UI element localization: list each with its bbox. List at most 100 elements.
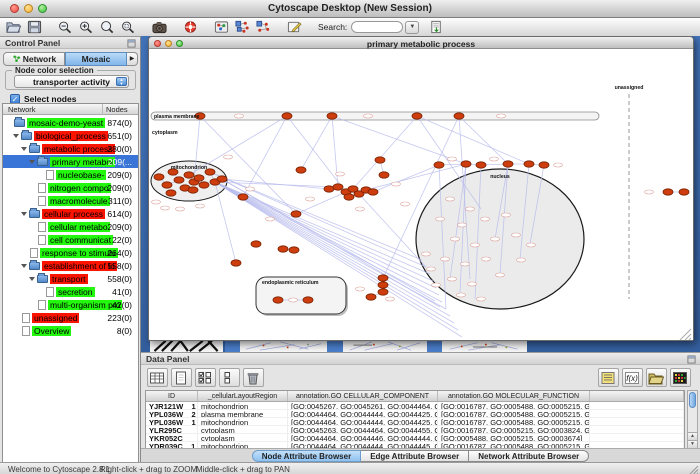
scroll-up-button[interactable]: ▲ [688, 432, 697, 440]
tree-row[interactable]: biological_process651(0) [3, 129, 138, 142]
layout-a-button[interactable] [234, 19, 253, 36]
network-node[interactable] [231, 260, 241, 266]
table-row[interactable]: YJR121W__1mitochondrion[GO:0045267, GO:0… [146, 402, 684, 410]
network-node[interactable] [238, 194, 248, 200]
canvas-resize-grip[interactable] [680, 329, 691, 340]
tab-overflow-arrow[interactable]: ▶ [127, 52, 138, 66]
table-column-header[interactable]: _cellularLayoutRegion [198, 391, 288, 401]
network-node[interactable] [461, 161, 471, 167]
tree-row[interactable]: response to stimulu264(0) [3, 246, 138, 259]
network-node[interactable] [378, 275, 388, 281]
disclosure-triangle-icon[interactable] [21, 147, 27, 151]
table-row[interactable]: YKR052Ccytoplasm[GO:0044464, GO:0044446,… [146, 434, 684, 442]
network-node[interactable] [679, 189, 689, 195]
tree-row[interactable]: nucleobase-209(0) [3, 168, 138, 181]
network-node[interactable] [217, 176, 227, 182]
window-titlebar[interactable]: Cytoscape Desktop (New Session) [0, 0, 700, 18]
network-node[interactable] [194, 175, 204, 181]
tree-row[interactable]: transport558(0) [3, 272, 138, 285]
tree-row[interactable]: mosaic-demo-yeast874(0) [3, 116, 138, 129]
search-dropdown-button[interactable]: ▼ [405, 21, 419, 34]
tree-row[interactable]: Overview8(0) [3, 324, 138, 337]
network-node[interactable] [333, 184, 343, 190]
tab-node-attribute-browser[interactable]: Node Attribute Browser [252, 450, 362, 462]
network-node[interactable] [539, 162, 549, 168]
tree-row[interactable]: primary metabol209(... [3, 155, 138, 168]
layout-b-button[interactable] [255, 19, 274, 36]
network-window-titlebar[interactable]: primary metabolic process [149, 37, 693, 49]
attribute-table[interactable]: ID_cellularLayoutRegionannotation.GO CEL… [145, 390, 685, 449]
network-node[interactable] [273, 297, 283, 303]
table-column-header[interactable]: ID [146, 391, 198, 401]
network-node[interactable] [344, 194, 354, 200]
table-column-header[interactable]: annotation.GO CELLULAR_COMPONENT [288, 391, 438, 401]
network-node[interactable] [366, 294, 376, 300]
tree-row[interactable]: cellular process614(0) [3, 207, 138, 220]
create-attribute-button[interactable] [171, 368, 192, 387]
network-node[interactable] [324, 186, 334, 192]
float-panel-icon[interactable] [687, 355, 696, 364]
tree-row[interactable]: cellular metabo209(0) [3, 220, 138, 233]
network-node[interactable] [199, 182, 209, 188]
help-button[interactable] [182, 19, 201, 36]
tree-row[interactable]: unassigned223(0) [3, 311, 138, 324]
network-node[interactable] [368, 189, 378, 195]
disclosure-triangle-icon[interactable] [21, 264, 27, 268]
tab-network-attribute-browser[interactable]: Network Attribute Browser [469, 450, 589, 462]
vizmapper-button[interactable] [213, 19, 232, 36]
disclosure-triangle-icon[interactable] [13, 134, 19, 138]
network-node[interactable] [434, 162, 444, 168]
network-node[interactable] [375, 157, 385, 163]
zoom-selected-button[interactable] [120, 19, 139, 36]
table-column-header[interactable]: annotation.GO MOLECULAR_FUNCTION [438, 391, 590, 401]
attribute-list-button[interactable] [598, 368, 619, 387]
network-node[interactable] [454, 113, 464, 119]
network-node[interactable] [184, 172, 194, 178]
network-node[interactable] [296, 167, 306, 173]
delete-attribute-button[interactable] [243, 368, 264, 387]
network-node[interactable] [524, 161, 534, 167]
float-panel-icon[interactable] [127, 39, 136, 48]
zoom-fit-button[interactable] [99, 19, 118, 36]
tree-row[interactable]: macromolecule311(0) [3, 194, 138, 207]
node-color-dropdown[interactable]: transporter activity ▲▼ [14, 75, 129, 88]
tree-row[interactable]: nitrogen compo209(0) [3, 181, 138, 194]
network-node[interactable] [378, 282, 388, 288]
table-vertical-scrollbar[interactable]: ▲ ▼ [687, 390, 698, 449]
open-folder-button[interactable] [646, 368, 667, 387]
region-plasma-membrane[interactable] [151, 112, 599, 120]
scroll-down-button[interactable]: ▼ [688, 440, 697, 448]
table-row[interactable]: YPL036W__2plasma membrane[GO:0044464, GO… [146, 410, 684, 418]
save-session-button[interactable] [26, 19, 45, 36]
select-columns-button[interactable] [195, 368, 216, 387]
window-resize-grip[interactable] [689, 465, 699, 474]
tree-row[interactable]: cell communicat22(0) [3, 233, 138, 246]
network-node[interactable] [154, 174, 164, 180]
import-table-button[interactable] [428, 19, 447, 36]
disclosure-triangle-icon[interactable] [29, 277, 35, 281]
snapshot-camera-button[interactable] [151, 19, 170, 36]
select-attributes-button[interactable] [147, 368, 168, 387]
zoom-in-button[interactable] [78, 19, 97, 36]
zoom-out-button[interactable] [57, 19, 76, 36]
network-node[interactable] [663, 189, 673, 195]
search-input[interactable] [351, 21, 403, 33]
table-row[interactable]: YLR295Ccytoplasm[GO:0045263, GO:0044464,… [146, 426, 684, 434]
network-node[interactable] [327, 113, 337, 119]
network-node[interactable] [412, 113, 422, 119]
network-node[interactable] [278, 246, 288, 252]
network-node[interactable] [251, 241, 261, 247]
tree-row[interactable]: multi-organism pro42(0) [3, 298, 138, 311]
network-canvas[interactable]: plasma membranecytoplasmmitochondrionnuc… [150, 49, 693, 340]
tree-row[interactable]: metabolic process280(0) [3, 142, 138, 155]
network-node[interactable] [476, 162, 486, 168]
network-node[interactable] [166, 190, 176, 196]
heatmap-button[interactable] [670, 368, 691, 387]
tab-edge-attribute-browser[interactable]: Edge Attribute Browser [361, 450, 469, 462]
network-node[interactable] [303, 297, 313, 303]
disclosure-triangle-icon[interactable] [21, 212, 27, 216]
function-builder-button[interactable]: f(x) [622, 368, 643, 387]
tree-row[interactable]: secretion41(0) [3, 285, 138, 298]
network-node[interactable] [289, 247, 299, 253]
disclosure-triangle-icon[interactable] [29, 160, 35, 164]
